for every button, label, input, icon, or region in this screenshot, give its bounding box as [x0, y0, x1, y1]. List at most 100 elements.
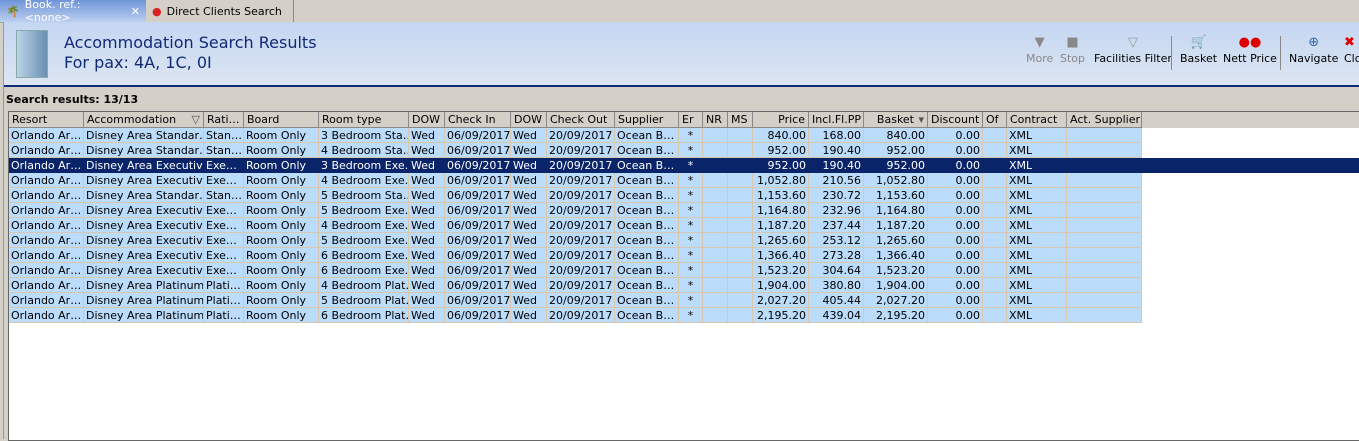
search-results-panel: Accommodation Search Results For pax: 4A… — [3, 22, 1359, 441]
table-cell: Wed — [409, 218, 445, 233]
column-header[interactable]: Of — [983, 112, 1007, 128]
column-header[interactable]: Incl.Fl.PP — [809, 112, 864, 128]
table-cell: 2,195.20 — [864, 308, 928, 323]
table-cell — [983, 143, 1007, 158]
table-cell: Orlando Ar… — [9, 278, 84, 293]
table-cell: 0.00 — [928, 233, 983, 248]
table-cell: Room Only — [244, 308, 319, 323]
table-cell: 230.72 — [809, 188, 864, 203]
table-cell — [703, 263, 728, 278]
column-header[interactable]: Act. Supplier — [1067, 112, 1142, 128]
table-cell: * — [679, 203, 703, 218]
column-header[interactable]: NR — [703, 112, 728, 128]
table-cell: 1,523.20 — [864, 263, 928, 278]
tab-booking[interactable]: 🌴 Book. ref.: <none> ✕ — [0, 0, 146, 24]
column-header[interactable]: Check Out — [547, 112, 615, 128]
filter-icon[interactable]: ▽ — [192, 112, 200, 127]
column-header[interactable]: ▾ Basket — [864, 112, 928, 128]
column-header[interactable]: MS — [728, 112, 753, 128]
table-cell: 06/09/2017 — [445, 203, 511, 218]
table-row[interactable]: Orlando Ar… Disney Area Executiv… Exe… Room… — [9, 173, 1142, 188]
table-cell: * — [679, 233, 703, 248]
table-cell — [703, 188, 728, 203]
column-header[interactable]: Resort — [9, 112, 84, 128]
table-cell: 2,027.20 — [753, 293, 809, 308]
table-cell: 1,164.80 — [864, 203, 928, 218]
table-cell — [728, 248, 753, 263]
table-cell — [983, 248, 1007, 263]
column-header[interactable]: Check In — [445, 112, 511, 128]
tab-label: Book. ref.: <none> — [24, 0, 81, 24]
basket-button[interactable]: 🛒 Basket — [1180, 34, 1217, 65]
table-cell: 20/09/2017 — [547, 263, 615, 278]
table-cell: Ocean B… — [615, 173, 679, 188]
table-cell — [1067, 143, 1142, 158]
column-header[interactable]: Room type — [319, 112, 409, 128]
tab-label: Direct Clients Search — [166, 4, 282, 18]
table-row[interactable]: Orlando Ar… Disney Area Platinum… Plati… Ro… — [9, 308, 1142, 323]
table-row[interactable]: Orlando Ar… Disney Area Standar… Stan… Room… — [9, 143, 1142, 158]
stop-button[interactable]: ■ Stop — [1060, 34, 1085, 65]
berries-icon: ●● — [1238, 35, 1262, 50]
table-cell: Wed — [409, 158, 445, 173]
nett-price-button[interactable]: ●● Nett Price — [1223, 34, 1277, 65]
column-header[interactable]: Rati… — [204, 112, 244, 128]
table-cell: 1,164.80 — [753, 203, 809, 218]
table-cell: 20/09/2017 — [547, 188, 615, 203]
table-cell — [1067, 128, 1142, 143]
table-cell: 1,904.00 — [864, 278, 928, 293]
table-cell — [983, 263, 1007, 278]
table-row[interactable]: Orlando Ar… Disney Area Executiv… Exe… Room… — [9, 158, 1359, 173]
table-cell — [728, 128, 753, 143]
table-row[interactable]: Orlando Ar… Disney Area Platinum… Plati… Ro… — [9, 278, 1142, 293]
table-row[interactable]: Orlando Ar… Disney Area Executiv… Exe… Room… — [9, 248, 1142, 263]
table-cell: XML — [1007, 263, 1067, 278]
table-cell: Wed — [409, 173, 445, 188]
close-button[interactable]: ✖ Close — [1344, 34, 1359, 65]
table-cell: Room Only — [244, 203, 319, 218]
table-row[interactable]: Orlando Ar… Disney Area Executiv… Exe… Room… — [9, 263, 1142, 278]
column-header[interactable]: DOW — [409, 112, 445, 128]
table-cell: * — [679, 218, 703, 233]
column-header[interactable]: DOW — [511, 112, 547, 128]
table-cell: 6 Bedroom Exe… — [319, 248, 409, 263]
table-row[interactable]: Orlando Ar… Disney Area Executiv… Exe… Room… — [9, 203, 1142, 218]
table-cell — [1067, 278, 1142, 293]
column-header[interactable]: Contract — [1007, 112, 1067, 128]
table-cell: 952.00 — [753, 158, 809, 173]
table-cell — [703, 173, 728, 188]
navigate-button[interactable]: ⊕ Navigate — [1289, 34, 1338, 65]
facilities-filter-button[interactable]: ▽ Facilities Filter — [1094, 34, 1172, 65]
column-header[interactable]: Board — [244, 112, 319, 128]
table-cell: 06/09/2017 — [445, 293, 511, 308]
stop-label: Stop — [1060, 52, 1086, 65]
table-cell: * — [679, 293, 703, 308]
table-row[interactable]: Orlando Ar… Disney Area Platinum… Plati… Ro… — [9, 293, 1142, 308]
sort-desc-icon[interactable]: ▾ — [918, 112, 924, 127]
more-button[interactable]: ▼ More — [1026, 34, 1053, 65]
close-tab-icon[interactable]: ✕ — [131, 5, 140, 18]
table-row[interactable]: Orlando Ar… Disney Area Standar… Stan… Room… — [9, 188, 1142, 203]
table-row[interactable]: Orlando Ar… Disney Area Executiv… Exe… Room… — [9, 233, 1142, 248]
navigate-label: Navigate — [1289, 52, 1339, 65]
table-cell: 06/09/2017 — [445, 173, 511, 188]
table-cell — [728, 188, 753, 203]
table-cell: Disney Area Platinum… — [84, 293, 204, 308]
column-header[interactable]: Supplier — [615, 112, 679, 128]
table-row[interactable]: Orlando Ar… Disney Area Standar… Stan… Room… — [9, 128, 1142, 143]
table-cell: 4 Bedroom Plat… — [319, 278, 409, 293]
table-cell — [703, 233, 728, 248]
table-cell: Disney Area Platinum… — [84, 308, 204, 323]
cart-icon: 🛒 — [1190, 35, 1207, 50]
column-header[interactable]: ▽ Accommodation — [84, 112, 204, 128]
column-header[interactable]: Price — [753, 112, 809, 128]
table-cell: 06/09/2017 — [445, 233, 511, 248]
column-header[interactable]: Er — [679, 112, 703, 128]
tab-direct-clients-search[interactable]: ● Direct Clients Search — [146, 0, 294, 22]
table-cell: Disney Area Executiv… — [84, 203, 204, 218]
table-row[interactable]: Orlando Ar… Disney Area Executiv… Exe… Room… — [9, 218, 1142, 233]
column-header[interactable]: Discount — [928, 112, 983, 128]
table-cell: XML — [1007, 248, 1067, 263]
table-cell: 0.00 — [928, 308, 983, 323]
table-cell: Wed — [409, 308, 445, 323]
